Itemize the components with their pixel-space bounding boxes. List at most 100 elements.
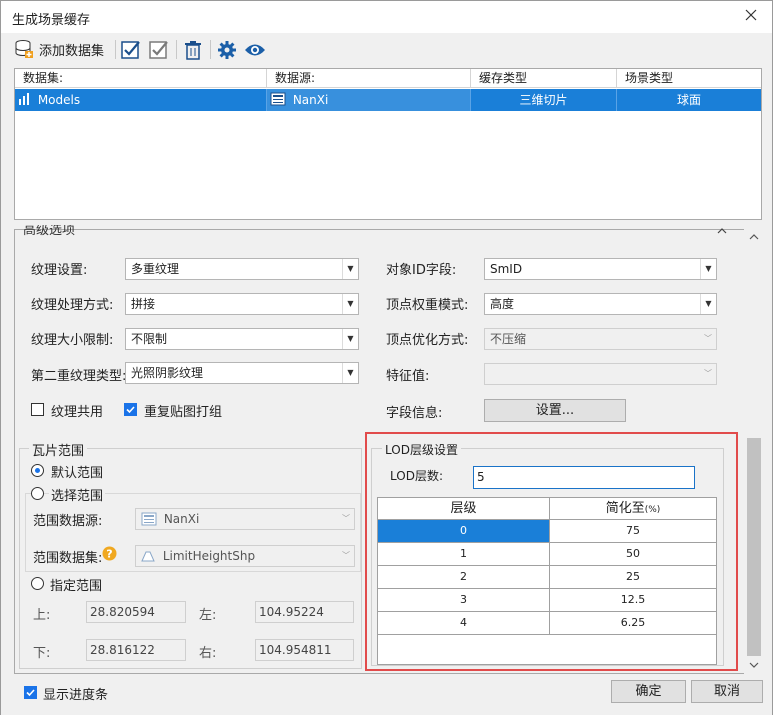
scrollbar-thumb[interactable]	[747, 438, 761, 656]
lod-count-input[interactable]: 5	[473, 466, 695, 489]
chevron-down-icon: ▼	[342, 329, 358, 349]
range-datasource-combo: NanXi ﹀	[135, 508, 355, 530]
cell-cache-type: 三维切片	[471, 89, 617, 111]
lod-count-label: LOD层数:	[390, 469, 443, 483]
scroll-down-icon[interactable]	[748, 661, 760, 669]
region-dataset-icon	[141, 551, 155, 562]
cell-scene-type: 球面	[676, 93, 701, 107]
cell-level: 1	[378, 543, 550, 565]
cell-simplify[interactable]: 75	[550, 520, 716, 542]
show-progress-checkbox[interactable]	[24, 686, 37, 699]
default-range-radio[interactable]	[31, 464, 44, 477]
repeat-texture-pack-label: 重复贴图打组	[144, 405, 223, 420]
toolbar-separator	[176, 40, 177, 59]
gear-icon[interactable]	[217, 40, 237, 60]
object-id-field-combo[interactable]: SmID ▼	[484, 258, 717, 280]
scroll-up-icon[interactable]	[748, 233, 760, 241]
right-label: 右:	[199, 646, 217, 661]
table-row[interactable]: Models NanXi 三维切片 球面	[15, 89, 761, 111]
second-texture-type-value: 光照阴影纹理	[131, 366, 204, 380]
cell-level: 4	[378, 612, 550, 634]
ok-button[interactable]: 确定	[611, 680, 686, 703]
dialog-window: 生成场景缓存 添加数据集 数据集: 数据源: 缓存类型 场景类型 Models …	[0, 0, 773, 715]
collapse-icon[interactable]	[716, 227, 728, 235]
cell-simplify[interactable]: 25	[550, 566, 716, 588]
range-dataset-label: 范围数据集:	[33, 551, 103, 566]
cell-level: 0	[378, 520, 550, 542]
toolbar: 添加数据集	[1, 33, 772, 65]
svg-text:?: ?	[106, 548, 112, 561]
field-info-label: 字段信息:	[386, 406, 443, 421]
chevron-down-icon: ﹀	[704, 369, 712, 378]
table-row[interactable]: 4 6.25	[378, 612, 716, 635]
vertex-optimize-combo: 不压缩 ﹀	[484, 328, 717, 350]
table-row[interactable]: 1 50	[378, 543, 716, 566]
left-input: 104.95224	[255, 601, 354, 623]
datasource-name: NanXi	[292, 93, 329, 107]
checkmark-icon	[126, 406, 135, 414]
advanced-section-header[interactable]: 高级选项	[23, 225, 93, 237]
texture-size-limit-value: 不限制	[131, 332, 168, 346]
object-id-field-value: SmID	[490, 262, 523, 276]
select-all-icon[interactable]	[121, 40, 141, 60]
eye-icon[interactable]	[244, 42, 266, 58]
invert-select-icon[interactable]	[149, 40, 169, 60]
field-info-settings-button[interactable]: 设置...	[484, 399, 626, 422]
texture-setting-combo[interactable]: 多重纹理 ▼	[125, 258, 359, 280]
header-scene-type[interactable]: 场景类型	[617, 69, 761, 88]
table-row[interactable]: 2 25	[378, 566, 716, 589]
table-row[interactable]: 0 75	[378, 520, 716, 543]
add-dataset-button[interactable]: 添加数据集	[14, 39, 104, 59]
range-datasource-value: NanXi	[163, 512, 200, 526]
cancel-button[interactable]: 取消	[691, 680, 763, 703]
datasource-icon	[141, 512, 157, 526]
table-row[interactable]: 3 12.5	[378, 589, 716, 612]
object-id-field-label: 对象ID字段:	[386, 263, 457, 278]
help-icon[interactable]: ?	[102, 546, 117, 561]
dataset-grid: 数据集: 数据源: 缓存类型 场景类型 Models NanXi 三维切片 球面	[14, 68, 762, 220]
header-datasource[interactable]: 数据源:	[267, 69, 471, 88]
texture-share-checkbox[interactable]	[31, 403, 44, 416]
specified-range-label: 指定范围	[50, 579, 103, 594]
cell-simplify[interactable]: 50	[550, 543, 716, 565]
feature-value-combo: ﹀	[484, 363, 717, 385]
cell-datasource: NanXi	[267, 89, 471, 111]
chevron-down-icon: ▼	[700, 259, 716, 279]
range-dataset-value: LimitHeightShp	[162, 549, 256, 563]
texture-size-limit-combo[interactable]: 不限制 ▼	[125, 328, 359, 350]
add-dataset-label: 添加数据集	[39, 43, 105, 59]
vertex-weight-mode-combo[interactable]: 高度 ▼	[484, 293, 717, 315]
chevron-down-icon: ﹀	[704, 334, 712, 343]
specified-range-radio[interactable]	[31, 577, 44, 590]
range-dataset-combo: LimitHeightShp ﹀	[135, 545, 355, 567]
second-texture-type-label: 第二重纹理类型:	[31, 369, 127, 384]
header-cache-type[interactable]: 缓存类型	[471, 69, 617, 88]
chevron-down-icon: ▼	[342, 363, 358, 383]
vertex-weight-mode-label: 顶点权重模式:	[386, 298, 469, 313]
repeat-texture-pack-checkbox[interactable]	[124, 403, 137, 416]
cell-simplify[interactable]: 6.25	[550, 612, 716, 634]
bottom-input: 28.816122	[86, 639, 186, 661]
vertex-weight-mode-value: 高度	[490, 297, 515, 311]
texture-process-value: 拼接	[131, 297, 156, 311]
checkmark-icon	[26, 689, 35, 697]
second-texture-type-combo[interactable]: 光照阴影纹理 ▼	[125, 362, 359, 384]
lod-table: 层级 简化至(%) 0 75 1 50 2 25 3 12.5 4 6.25	[377, 497, 717, 665]
top-input: 28.820594	[86, 601, 186, 623]
texture-process-combo[interactable]: 拼接 ▼	[125, 293, 359, 315]
top-label: 上:	[33, 608, 51, 623]
cell-simplify[interactable]: 12.5	[550, 589, 716, 611]
delete-icon[interactable]	[184, 40, 202, 60]
header-dataset[interactable]: 数据集:	[15, 69, 267, 88]
header-simplify[interactable]: 简化至(%)	[550, 498, 716, 519]
feature-value-label: 特征值:	[386, 369, 430, 384]
show-progress-label: 显示进度条	[43, 688, 109, 703]
texture-setting-value: 多重纹理	[131, 262, 180, 276]
cell-level: 2	[378, 566, 550, 588]
toolbar-separator	[115, 40, 116, 59]
select-range-radio[interactable]	[31, 487, 44, 500]
chevron-down-icon: ▼	[342, 259, 358, 279]
close-icon[interactable]	[743, 7, 759, 23]
texture-setting-label: 纹理设置:	[31, 263, 88, 278]
header-level[interactable]: 层级	[378, 498, 550, 519]
